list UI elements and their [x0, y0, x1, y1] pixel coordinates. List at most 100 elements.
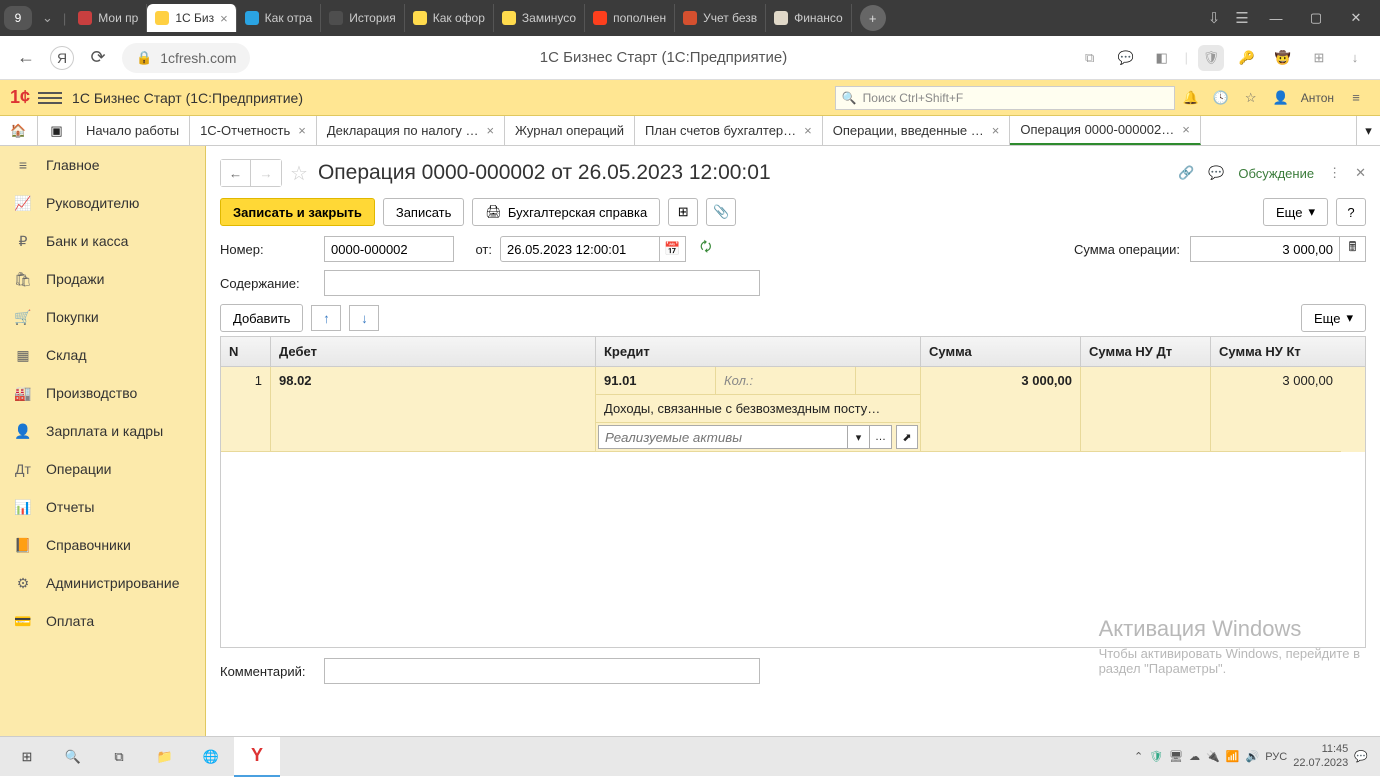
browser-tab[interactable]: Заминусо — [494, 4, 585, 32]
stack-tab[interactable]: ▣ — [38, 116, 76, 145]
bookmark-icon[interactable]: ◧ — [1149, 45, 1175, 71]
sidebar-item[interactable]: ≡Главное — [0, 146, 205, 184]
nav-back[interactable]: ← — [221, 160, 251, 186]
more-button[interactable]: Еще ▾ — [1263, 198, 1328, 226]
app-tab[interactable]: Декларация по налогу …× — [317, 116, 505, 145]
sidebar-item[interactable]: ▦Склад — [0, 336, 205, 374]
download-icon[interactable]: ↓ — [1342, 45, 1368, 71]
tray-volume-icon[interactable]: 🔊 — [1246, 750, 1260, 763]
task-view-icon[interactable]: ⧉ — [96, 737, 142, 777]
shield-icon[interactable]: 🛡 — [1198, 45, 1224, 71]
window-minimize[interactable]: — — [1256, 0, 1296, 36]
move-down-button[interactable]: ↓ — [349, 305, 379, 331]
browser-tab[interactable]: Как отра — [237, 4, 322, 32]
close-icon[interactable]: × — [804, 123, 812, 138]
app-tab[interactable]: 1С-Отчетность× — [190, 116, 317, 145]
browser-tab[interactable]: Учет безв — [675, 4, 766, 32]
close-icon[interactable]: × — [992, 123, 1000, 138]
tray-power-icon[interactable]: 🔌 — [1206, 750, 1220, 763]
schema-button[interactable]: ⊞ — [668, 198, 698, 226]
tray-wifi-icon[interactable]: 📶 — [1226, 750, 1240, 763]
nav-forward[interactable]: → — [251, 160, 281, 186]
app-tab[interactable]: Журнал операций — [505, 116, 635, 145]
sidebar-item[interactable]: 📊Отчеты — [0, 488, 205, 526]
tray-notifications-icon[interactable]: 💬 — [1354, 750, 1368, 763]
close-icon[interactable]: × — [1182, 122, 1190, 137]
col-nu-kt[interactable]: Сумма НУ Кт — [1211, 337, 1341, 366]
link-icon[interactable]: 🔗 — [1178, 165, 1194, 181]
cell-credit[interactable]: 91.01 Кол.: Доходы, связанные с безвозме… — [596, 367, 921, 452]
table-more-button[interactable]: Еще ▾ — [1301, 304, 1366, 332]
sidebar-item[interactable]: 📈Руководителю — [0, 184, 205, 222]
close-icon[interactable]: × — [220, 11, 228, 26]
downloads-icon[interactable]: ⇩ — [1200, 4, 1228, 32]
discuss-link[interactable]: Обсуждение — [1238, 166, 1314, 181]
content-input[interactable] — [324, 270, 760, 296]
settings-icon[interactable]: ≡ — [1342, 84, 1370, 112]
acct-ref-button[interactable]: 🖨 Бухгалтерская справка — [472, 198, 660, 226]
search-taskbar-icon[interactable]: 🔍 — [50, 737, 96, 777]
home-tab[interactable]: 🏠 — [0, 116, 38, 145]
sidebar-item[interactable]: 💳Оплата — [0, 602, 205, 640]
kebab-icon[interactable]: ⋮ — [1328, 165, 1341, 181]
search-input[interactable]: 🔍 Поиск Ctrl+Shift+F — [835, 86, 1175, 110]
attach-button[interactable]: 📎 — [706, 198, 736, 226]
sidebar-item[interactable]: 🛍Продажи — [0, 260, 205, 298]
yandex-browser-icon[interactable]: Y — [234, 737, 280, 777]
browser-tab[interactable]: Как офор — [405, 4, 494, 32]
app-tab[interactable]: Операции, введенные …× — [823, 116, 1011, 145]
calculator-icon[interactable]: 🖩 — [1340, 236, 1366, 262]
refresh-data-icon[interactable]: 🗘 — [700, 238, 712, 260]
sidebar-item[interactable]: 📙Справочники — [0, 526, 205, 564]
col-nu-dt[interactable]: Сумма НУ Дт — [1081, 337, 1211, 366]
sidebar-item[interactable]: 👤Зарплата и кадры — [0, 412, 205, 450]
help-button[interactable]: ? — [1336, 198, 1366, 226]
close-icon[interactable]: × — [298, 123, 306, 138]
tab-group-button[interactable]: 9 — [4, 6, 32, 30]
move-up-button[interactable]: ↑ — [311, 305, 341, 331]
col-n[interactable]: N — [221, 337, 271, 366]
cell-debit[interactable]: 98.02 — [271, 367, 596, 452]
key-icon[interactable]: 🔑 — [1234, 45, 1260, 71]
close-page-icon[interactable]: ✕ — [1355, 165, 1366, 181]
tray-cloud-icon[interactable]: ☁ — [1189, 750, 1200, 763]
sidebar-item[interactable]: ₽Банк и касса — [0, 222, 205, 260]
ellipsis-icon[interactable]: … — [870, 425, 892, 449]
url-box[interactable]: 🔒 1cfresh.com — [122, 43, 250, 73]
yandex-icon[interactable]: Я — [50, 46, 74, 70]
chat-icon[interactable]: 💬 — [1113, 45, 1139, 71]
sidebar-item[interactable]: ДтОперации — [0, 450, 205, 488]
app-tab[interactable]: Начало работы — [76, 116, 190, 145]
col-credit[interactable]: Кредит — [596, 337, 921, 366]
close-icon[interactable]: × — [486, 123, 494, 138]
tabs-dropdown[interactable]: ▾ — [1356, 116, 1380, 145]
chevron-down-icon[interactable]: ⌄ — [42, 10, 53, 26]
number-input[interactable] — [324, 236, 454, 262]
back-button[interactable]: ← — [12, 44, 40, 72]
copy-icon[interactable]: ⧉ — [1077, 45, 1103, 71]
table-row[interactable]: 1 98.02 91.01 Кол.: Доходы, связанные с … — [221, 367, 1365, 452]
new-tab-button[interactable]: + — [860, 5, 886, 31]
bookmarks-icon[interactable]: ☰ — [1228, 4, 1256, 32]
browser-tab[interactable]: 1С Биз× — [147, 4, 236, 32]
reload-button[interactable]: ⟳ — [84, 44, 112, 72]
sidebar-item[interactable]: 🏭Производство — [0, 374, 205, 412]
bell-icon[interactable]: 🔔 — [1177, 84, 1205, 112]
tray-monitor-icon[interactable]: 🖥 — [1169, 750, 1183, 763]
window-maximize[interactable]: ▢ — [1296, 0, 1336, 36]
tray-lang[interactable]: РУС — [1265, 751, 1287, 763]
user-icon[interactable]: 👤 — [1267, 84, 1295, 112]
date-input[interactable] — [500, 236, 660, 262]
credit-asset-input[interactable] — [598, 425, 848, 449]
col-debit[interactable]: Дебет — [271, 337, 596, 366]
tray-clock[interactable]: 11:45 22.07.2023 — [1293, 743, 1348, 769]
menu-icon[interactable] — [38, 86, 62, 110]
save-button[interactable]: Записать — [383, 198, 465, 226]
app-tab[interactable]: План счетов бухгалтер…× — [635, 116, 823, 145]
save-close-button[interactable]: Записать и закрыть — [220, 198, 375, 226]
star-icon[interactable]: ☆ — [1237, 84, 1265, 112]
browser-tab[interactable]: пополнен — [585, 4, 675, 32]
explorer-icon[interactable]: 📁 — [142, 737, 188, 777]
calendar-icon[interactable]: 📅 — [660, 236, 686, 262]
favorite-icon[interactable]: ☆ — [290, 161, 308, 186]
